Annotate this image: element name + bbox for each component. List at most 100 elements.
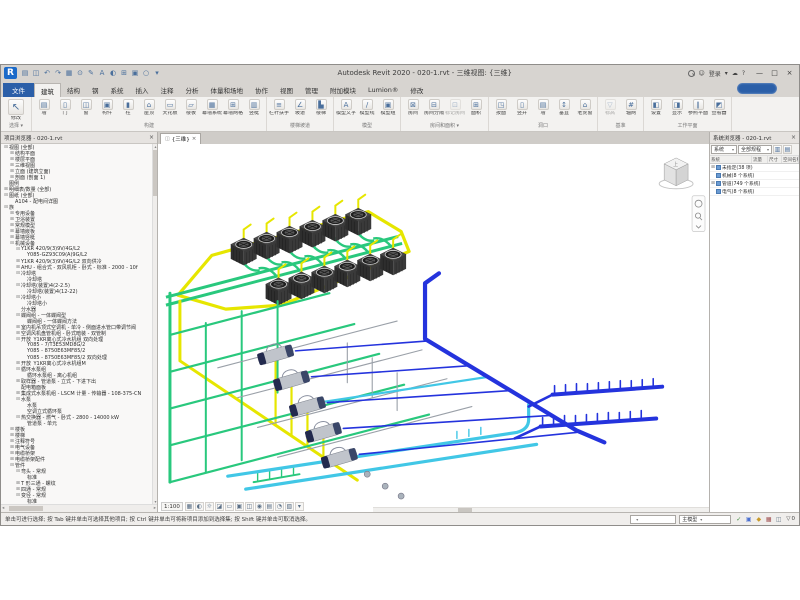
ribbon-tab[interactable]: 体量和场地 [205,83,250,97]
communication-center-icon[interactable]: ☁ [732,70,738,77]
undo-icon[interactable]: ↶ [42,68,52,79]
default-3d-view-icon[interactable]: ◐ [108,68,118,79]
autofit-columns-icon[interactable]: ▥ [773,145,782,154]
scrollbar-thumb[interactable] [458,508,472,512]
background-processes-icon[interactable]: ◫ [774,515,783,524]
ribbon-button[interactable]: ▤ 墙 [34,98,54,116]
ribbon-button[interactable]: ▯ 门 [55,98,75,116]
selection-filter[interactable]: ▽ 0 [786,516,795,522]
cyan-return-pipe[interactable] [228,405,529,477]
view-scale-button[interactable]: 1:100 [161,502,183,511]
sun-path-icon[interactable]: ☼ [205,502,214,511]
column-settings-icon[interactable]: ▤ [783,145,792,154]
ribbon-button[interactable]: ▣ 构件 [97,98,117,116]
blue-manifold-upper[interactable] [553,387,663,395]
signin-button[interactable]: 登录 [709,69,721,78]
ribbon-button[interactable]: ⌂ 老虎窗 [575,98,595,116]
temporary-hide-isolate-icon[interactable]: ◫ [245,502,254,511]
ribbon-button[interactable]: ⊞ 面积 [466,98,486,116]
navigation-bar[interactable] [692,196,705,232]
ribbon-button[interactable]: ▽ 标高 [600,98,620,116]
displacement-icon[interactable]: ▧ [285,502,294,511]
view-cube[interactable]: 上 [659,158,693,189]
reveal-hidden-elements-icon[interactable]: ◉ [255,502,264,511]
close-button[interactable]: × [783,67,796,79]
ribbon-tab[interactable]: 分析 [180,83,205,97]
ribbon-tab[interactable]: 视图 [274,83,299,97]
pump-units[interactable] [364,471,404,499]
ribbon-button[interactable]: ⊟ 房间分隔 [424,98,444,116]
maximize-button[interactable]: □ [768,67,781,79]
ribbon-button[interactable]: ▥ 竖梃 [244,98,264,116]
file-tab[interactable]: 文件 [3,83,34,97]
system-row[interactable]: ⊞ 管道(749 个系统) [710,180,799,188]
print-icon[interactable]: ▦ [64,68,74,79]
ribbon-button[interactable]: ≡ 栏杆扶手 [269,98,289,116]
thin-lines-icon[interactable]: ▣ [130,68,140,79]
ribbon-button[interactable]: ⊞ 幕墙网格 [223,98,243,116]
ribbon-tab[interactable]: Lumion® [362,83,404,97]
ribbon-button[interactable]: ↖ 修改 [3,98,29,121]
ribbon-button[interactable]: ▦ 幕墙系统 [202,98,222,116]
ribbon-button[interactable]: # 轴网 [621,98,641,116]
workset-select[interactable]: ▾ [630,515,676,524]
ribbon-button[interactable]: ∠ 坡道 [290,98,310,116]
show-crop-region-icon[interactable]: ▣ [235,502,244,511]
ribbon-tab[interactable]: 钢 [86,83,105,97]
cyan-stubs[interactable] [457,427,481,438]
ribbon-button[interactable]: ▣ 模型组 [378,98,398,116]
system-row[interactable]: 机械(8 个系统) [710,172,799,180]
discipline-select[interactable]: 全部规程▾ [738,145,772,154]
ribbon-button[interactable]: ▱ 楼板 [181,98,201,116]
ribbon-tab[interactable]: 插入 [130,83,155,97]
redo-icon[interactable]: ↷ [53,68,63,79]
ribbon-button[interactable]: ◳ 按面 [491,98,511,116]
temporary-view-properties-icon[interactable]: ▤ [265,502,274,511]
ribbon-button[interactable]: ◨ 显示 [667,98,687,116]
scrollbar-thumb[interactable] [9,506,43,511]
application-menu-button[interactable]: R [4,67,17,79]
system-browser-titlebar[interactable]: 系统浏览器 - 020-1.rvt × [710,132,799,144]
plugin-highlight-button[interactable] [737,83,777,94]
editable-only-icon[interactable]: ✓ [734,515,743,524]
project-browser-titlebar[interactable]: 项目浏览器 - 020-1.rvt × [1,132,157,144]
model-3d-view[interactable]: 上 [158,144,709,512]
system-row[interactable]: 电气(8 个系统) [710,188,799,196]
ribbon-button[interactable]: ↕ 垂直 [554,98,574,116]
ribbon-button[interactable]: ⌂ 屋顶 [139,98,159,116]
text-icon[interactable]: A [97,68,107,79]
piping-network[interactable] [170,273,662,489]
ribbon-button[interactable]: ▙ 楼梯 [311,98,331,116]
open-icon[interactable]: ▤ [20,68,30,79]
worksharing-display-icon[interactable]: ▣ [744,515,753,524]
exclude-options-icon[interactable]: ◆ [754,515,763,524]
ribbon-tab[interactable]: 协作 [249,83,274,97]
aligned-dimension-icon[interactable]: ✎ [86,68,96,79]
canvas-horizontal-scrollbar[interactable] [373,507,709,512]
show-analytical-model-icon[interactable]: ◔ [275,502,284,511]
ribbon-button[interactable]: ◩ 查看器 [709,98,729,116]
switch-windows-icon[interactable]: ○ [141,68,151,79]
design-option-select[interactable]: 主模型▾ [679,515,731,524]
section-icon[interactable]: ⊞ [119,68,129,79]
system-row[interactable]: ⊞ 未指定(38 项) [710,164,799,172]
ribbon-button[interactable]: ⊡ 标记房间 [445,98,465,116]
close-view-icon[interactable]: × [192,136,197,142]
scrollbar-thumb[interactable] [153,150,157,196]
view-tab-3d[interactable]: ◫ {三维} × [160,133,201,144]
ribbon-tab[interactable]: 建筑 [34,83,61,97]
ribbon-button[interactable]: ▯ 竖井 [512,98,532,116]
customize-qat-icon[interactable]: ▾ [152,68,162,79]
measure-icon[interactable]: ⊙ [75,68,85,79]
minimize-button[interactable]: — [753,67,766,79]
ribbon-button[interactable]: ◫ 窗 [76,98,96,116]
save-icon[interactable]: ◫ [31,68,41,79]
tree-vertical-scrollbar[interactable]: ▴ ▾ [152,144,157,504]
ribbon-button[interactable]: ⊠ 房间 [403,98,423,116]
view-select[interactable]: 系统▾ [711,145,737,154]
ribbon-button[interactable]: ∥ 参照平面 [688,98,708,116]
ribbon-tab[interactable]: 修改 [404,83,429,97]
crop-view-icon[interactable]: ▭ [225,502,234,511]
ribbon-tab[interactable]: 系统 [105,83,130,97]
shadows-icon[interactable]: ◪ [215,502,224,511]
